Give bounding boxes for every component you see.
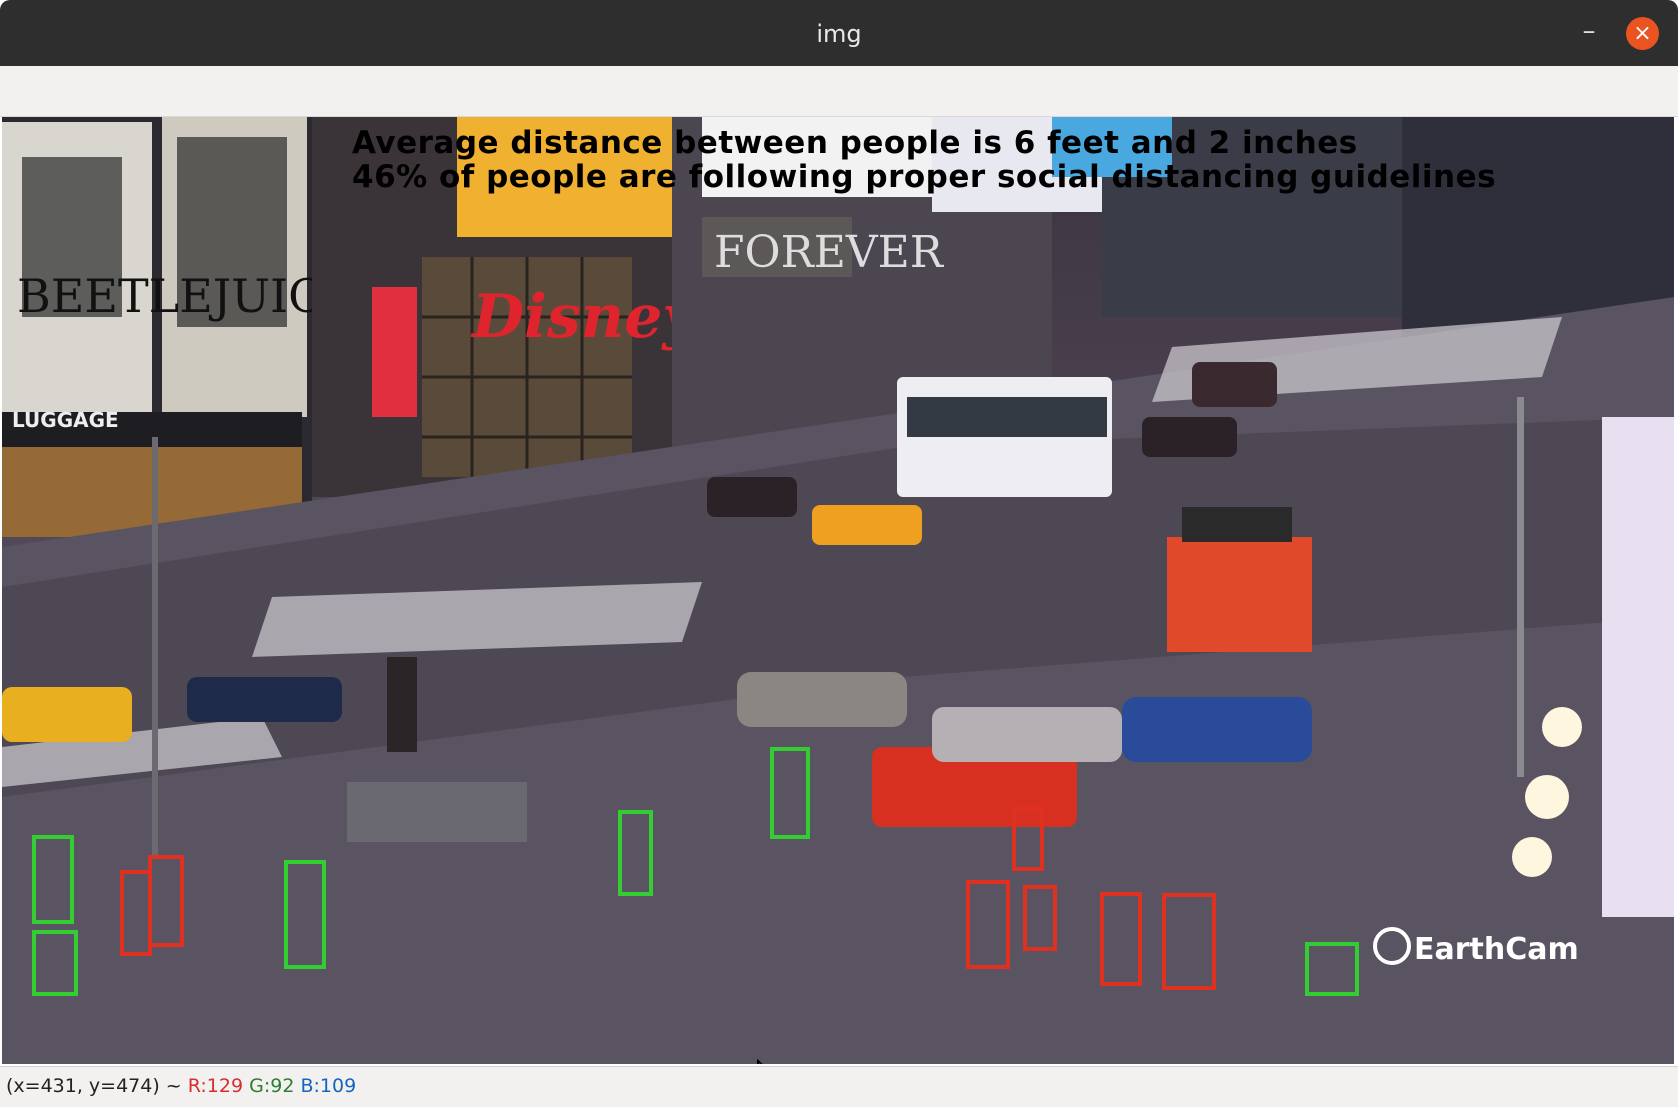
toolbar (0, 66, 1678, 117)
image-viewer-window: img – × BEETLEJUICE LUGGAGE Disney FOREV… (0, 0, 1678, 1107)
street-scene-image: BEETLEJUICE LUGGAGE Disney FOREVER Earth… (2, 117, 1674, 1064)
title-bar[interactable]: img – × (0, 0, 1678, 66)
pixel-red-value: R:129 (187, 1075, 244, 1097)
cursor-coordinates: (x=431, y=474) ~ (6, 1075, 182, 1097)
pixel-green-value: G:92 (249, 1075, 295, 1097)
window-title: img (816, 20, 862, 48)
pixel-blue-value: B:109 (300, 1075, 357, 1097)
status-bar: (x=431, y=474) ~ R:129 G:92 B:109 (0, 1066, 1678, 1107)
compliance-percentage-text: 46% of people are following proper socia… (352, 159, 1497, 195)
image-viewport[interactable]: BEETLEJUICE LUGGAGE Disney FOREVER Earth… (2, 117, 1674, 1064)
minimize-button[interactable]: – (1572, 16, 1606, 50)
luggage-sign-text: LUGGAGE (12, 408, 119, 432)
close-button[interactable]: × (1626, 17, 1659, 50)
average-distance-text: Average distance between people is 6 fee… (352, 125, 1358, 161)
disney-sign-text: Disney (470, 282, 701, 352)
beetlejuice-billboard-text: BEETLEJUICE (17, 269, 357, 323)
mouse-pointer-icon (757, 1059, 763, 1064)
forever-sign-text: FOREVER (714, 227, 945, 278)
earthcam-watermark-text: EarthCam (1414, 932, 1579, 967)
